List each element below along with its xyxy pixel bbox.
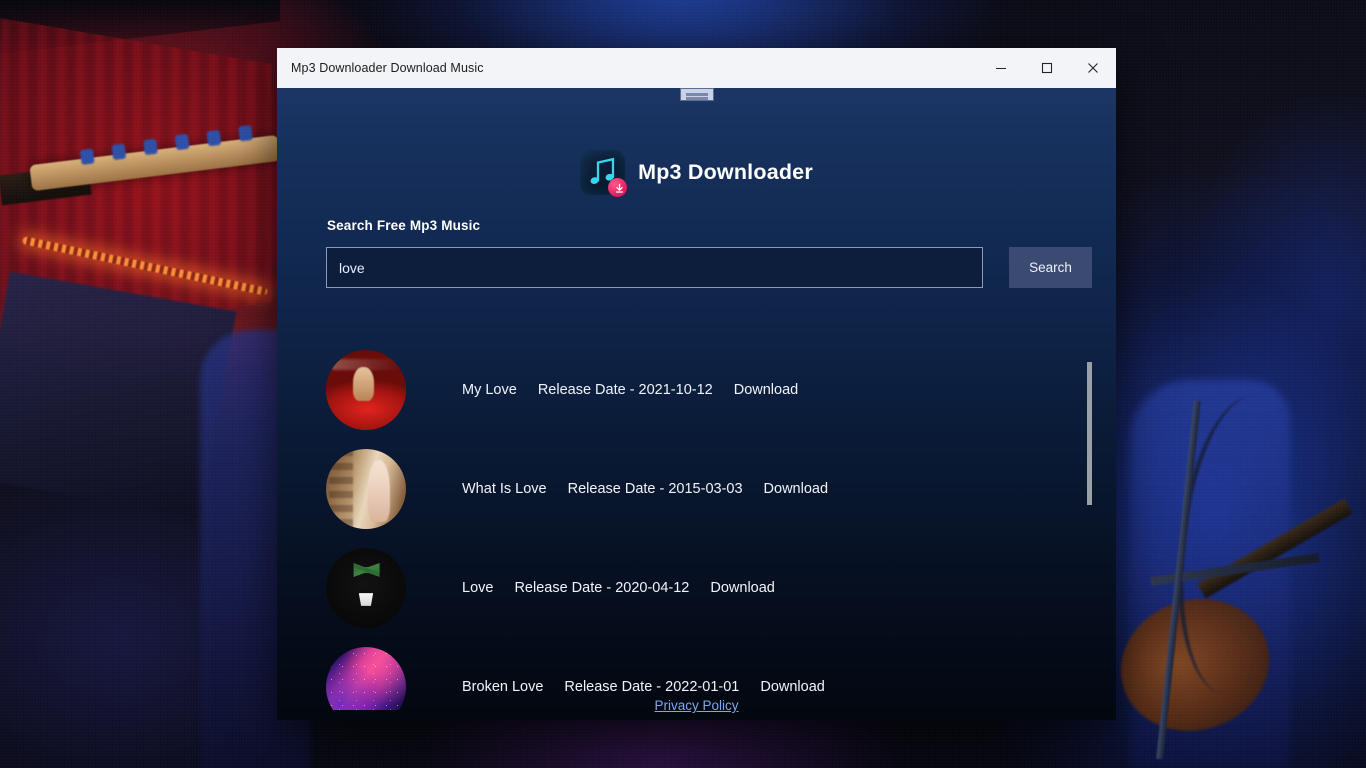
download-badge-icon	[608, 178, 628, 197]
download-link[interactable]: Download	[710, 580, 775, 596]
download-link[interactable]: Download	[764, 481, 829, 497]
privacy-policy-link[interactable]: Privacy Policy	[277, 698, 1116, 713]
search-label: Search Free Mp3 Music	[327, 218, 481, 233]
album-art-thumbnail	[326, 448, 406, 529]
results-scrollbar[interactable]	[1087, 340, 1092, 710]
wallpaper-amplifier	[0, 271, 237, 519]
close-button[interactable]	[1070, 48, 1116, 88]
app-logo	[580, 150, 628, 197]
maximize-icon	[1041, 62, 1053, 74]
window-controls	[978, 48, 1116, 88]
result-text: Broken Love Release Date - 2022-01-01 Do…	[462, 679, 825, 695]
release-date: Release Date - 2021-10-12	[537, 381, 713, 398]
drag-handle-grip	[685, 93, 708, 96]
app-content: Mp3 Downloader Search Free Mp3 Music Sea…	[277, 88, 1116, 720]
mp3-downloader-window: Mp3 Downloader Download Music Mp3 Downlo…	[277, 48, 1116, 720]
album-art-thumbnail	[326, 547, 406, 628]
wallpaper-red-curtain	[0, 18, 272, 348]
desktop-wallpaper: Mp3 Downloader Download Music Mp3 Downlo…	[0, 0, 1366, 768]
song-title: Love	[462, 579, 494, 596]
drag-band	[277, 88, 1116, 103]
window-drag-handle[interactable]	[679, 88, 714, 101]
minimize-icon	[996, 68, 1006, 69]
app-title: Mp3 Downloader	[638, 160, 813, 184]
table-row[interactable]: What Is Love Release Date - 2015-03-03 D…	[277, 439, 1116, 538]
wallpaper-fretboard	[0, 164, 92, 206]
release-date: Release Date - 2015-03-03	[567, 480, 743, 497]
app-header: Mp3 Downloader	[277, 150, 1116, 197]
wallpaper-performer-right	[1130, 380, 1290, 768]
song-title: My Love	[462, 381, 517, 398]
wallpaper-mic-stand	[1156, 400, 1201, 760]
download-link[interactable]: Download	[734, 382, 799, 398]
close-icon	[1088, 63, 1098, 73]
minimize-button[interactable]	[978, 48, 1024, 88]
wallpaper-mic-boom	[1150, 553, 1320, 586]
table-row[interactable]: My Love Release Date - 2021-10-12 Downlo…	[277, 340, 1116, 439]
album-art-thumbnail	[326, 349, 406, 430]
wallpaper-guitar-headstock	[29, 125, 281, 192]
release-date: Release Date - 2022-01-01	[564, 678, 740, 695]
search-button[interactable]: Search	[1009, 247, 1092, 288]
song-title: Broken Love	[462, 678, 544, 695]
result-text: What Is Love Release Date - 2015-03-03 D…	[462, 481, 828, 497]
result-text: Love Release Date - 2020-04-12 Download	[462, 580, 775, 596]
maximize-button[interactable]	[1024, 48, 1070, 88]
download-arrow-icon	[616, 183, 624, 193]
search-results-list: My Love Release Date - 2021-10-12 Downlo…	[277, 340, 1116, 710]
wallpaper-ceiling	[0, 0, 280, 54]
table-row[interactable]: Love Release Date - 2020-04-12 Download	[277, 538, 1116, 637]
wallpaper-cable	[1164, 389, 1316, 701]
wallpaper-led-strip	[21, 236, 269, 296]
song-title: What Is Love	[462, 480, 547, 497]
title-bar[interactable]: Mp3 Downloader Download Music	[277, 48, 1116, 88]
wallpaper-acoustic-guitar	[1103, 580, 1287, 750]
window-title: Mp3 Downloader Download Music	[291, 61, 484, 75]
search-input[interactable]	[326, 247, 983, 288]
download-link[interactable]: Download	[760, 679, 825, 695]
scrollbar-thumb[interactable]	[1087, 362, 1092, 505]
result-text: My Love Release Date - 2021-10-12 Downlo…	[462, 382, 798, 398]
wallpaper-acoustic-neck	[1197, 498, 1353, 599]
release-date: Release Date - 2020-04-12	[514, 579, 690, 596]
